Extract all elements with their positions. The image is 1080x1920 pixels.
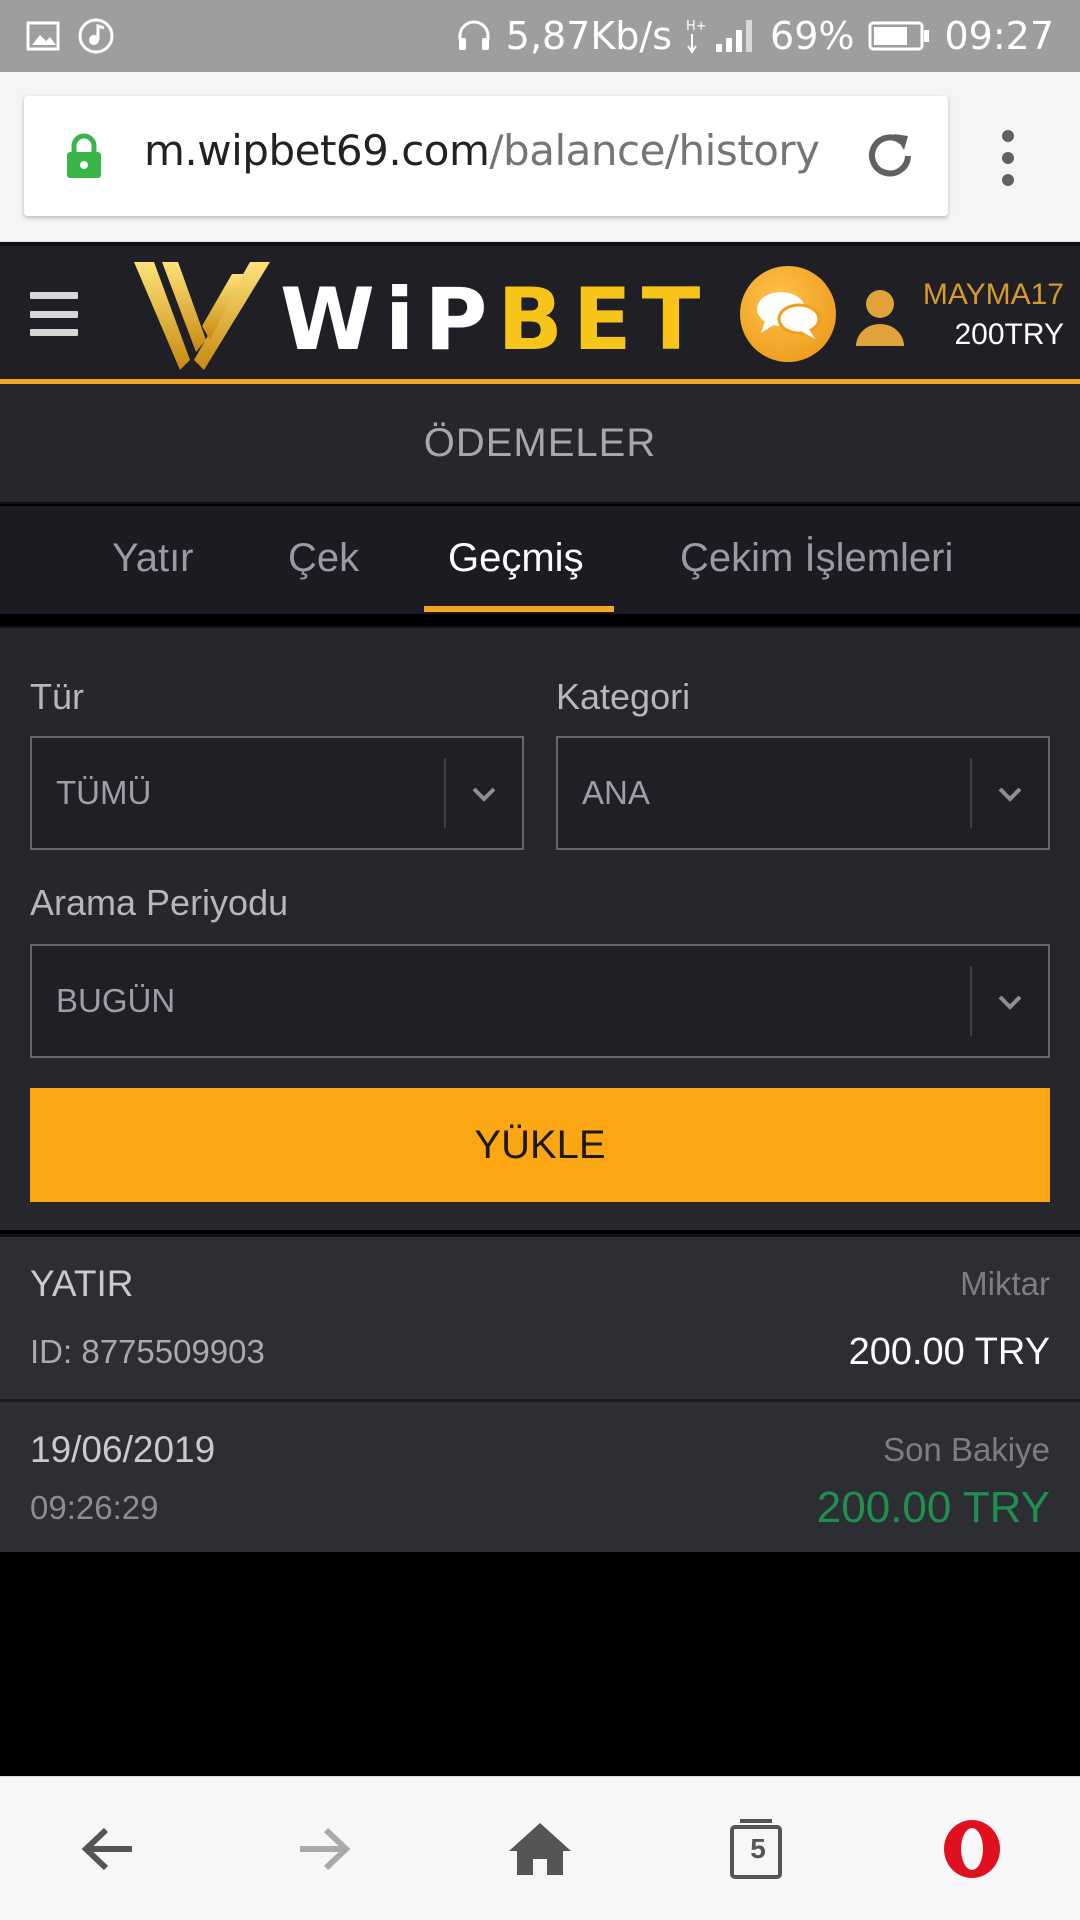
- gallery-icon: [26, 21, 60, 51]
- load-button[interactable]: YÜKLE: [30, 1088, 1050, 1202]
- history-filters: Tür TÜMÜ Kategori ANA Arama Periyodu BUG…: [0, 626, 1080, 1230]
- clock: 09:27: [944, 14, 1054, 58]
- transaction-time: 09:26:29: [30, 1489, 159, 1526]
- battery-icon: [868, 21, 930, 51]
- page-title: ÖDEMELER: [423, 420, 657, 465]
- battery-percent: 69%: [770, 14, 855, 58]
- headphones-icon: [458, 20, 490, 50]
- period-label: Arama Periyodu: [30, 882, 289, 923]
- svg-text:H+: H+: [686, 19, 707, 34]
- payments-title-bar: ÖDEMELER: [0, 384, 1080, 504]
- tab-withdrawal-operations[interactable]: Çekim İşlemleri: [680, 536, 953, 581]
- chevron-down-icon: [472, 787, 496, 802]
- music-sync-icon: [78, 18, 114, 54]
- last-balance-value: 200.00 TRY: [816, 1483, 1050, 1532]
- browser-toolbar: m.wipbet69.com/balance/history: [0, 72, 1080, 242]
- back-button[interactable]: [68, 1809, 148, 1889]
- address-bar[interactable]: m.wipbet69.com/balance/history: [24, 96, 948, 216]
- category-select[interactable]: ANA: [556, 736, 1050, 850]
- type-select-value: TÜMÜ: [56, 774, 152, 811]
- tab-deposit[interactable]: Yatır: [112, 536, 194, 581]
- wipbet-logo-text: WiPBET: [280, 270, 711, 370]
- home-button[interactable]: [500, 1809, 580, 1889]
- status-bar: 5,87Kb/s H+ 69% 09:27: [0, 0, 1080, 72]
- period-select-value: BUGÜN: [56, 982, 176, 1019]
- last-balance-label: Son Bakiye: [883, 1431, 1050, 1468]
- user-icon[interactable]: [854, 286, 906, 348]
- arrow-left-icon: [81, 1827, 132, 1871]
- tab-history[interactable]: Geçmiş: [448, 536, 584, 581]
- tab-withdraw[interactable]: Çek: [288, 536, 359, 581]
- chevron-down-icon: [998, 787, 1022, 802]
- transaction-type: YATIR: [30, 1263, 134, 1304]
- signal-icon: H+: [686, 19, 753, 54]
- tab-count: 5: [750, 1833, 766, 1864]
- row-divider: [0, 1399, 1080, 1402]
- browser-bottom-nav: 5: [0, 1776, 1080, 1920]
- forward-button[interactable]: [284, 1809, 364, 1889]
- active-tab-indicator: [424, 606, 614, 612]
- payment-tabs: Yatır Çek Geçmiş Çekim İşlemleri: [0, 506, 1080, 614]
- live-chat-button[interactable]: [740, 266, 836, 362]
- more-menu-icon[interactable]: [1000, 128, 1016, 188]
- header-balance: 200TRY: [954, 318, 1064, 351]
- transaction-date: 19/06/2019: [30, 1429, 216, 1470]
- opera-logo-icon: [944, 1820, 1000, 1878]
- transaction-id: ID: 8775509903: [30, 1333, 265, 1370]
- amount-label: Miktar: [960, 1265, 1050, 1302]
- type-select[interactable]: TÜMÜ: [30, 736, 524, 850]
- type-label: Tür: [30, 676, 84, 717]
- url-text[interactable]: m.wipbet69.com/balance/history: [144, 126, 820, 175]
- tabs-button[interactable]: 5: [716, 1809, 796, 1889]
- menu-icon[interactable]: [30, 292, 78, 336]
- reload-icon[interactable]: [862, 128, 918, 184]
- opera-menu-button[interactable]: [932, 1809, 1012, 1889]
- load-button-label: YÜKLE: [474, 1122, 606, 1167]
- site-header: WiPBET MAYMA17 200TRY: [0, 242, 1080, 384]
- net-speed: 5,87Kb/s: [505, 14, 673, 58]
- url-host: m.wipbet69.com: [144, 126, 490, 175]
- wipbet-logo-mark: [134, 262, 270, 370]
- home-icon: [509, 1823, 571, 1875]
- period-select[interactable]: BUGÜN: [30, 944, 1050, 1058]
- url-path: /balance/history: [489, 126, 820, 175]
- username[interactable]: MAYMA17: [923, 278, 1064, 312]
- category-label: Kategori: [556, 676, 691, 717]
- transaction-amount: 200.00 TRY: [848, 1331, 1050, 1373]
- chevron-down-icon: [998, 995, 1022, 1010]
- lock-icon: [67, 133, 101, 178]
- transaction-list: YATIR ID: 8775509903 Miktar 200.00 TRY 1…: [0, 1234, 1080, 1552]
- chat-bubbles-icon: [757, 292, 821, 339]
- category-select-value: ANA: [582, 774, 650, 811]
- arrow-right-icon: [300, 1827, 351, 1871]
